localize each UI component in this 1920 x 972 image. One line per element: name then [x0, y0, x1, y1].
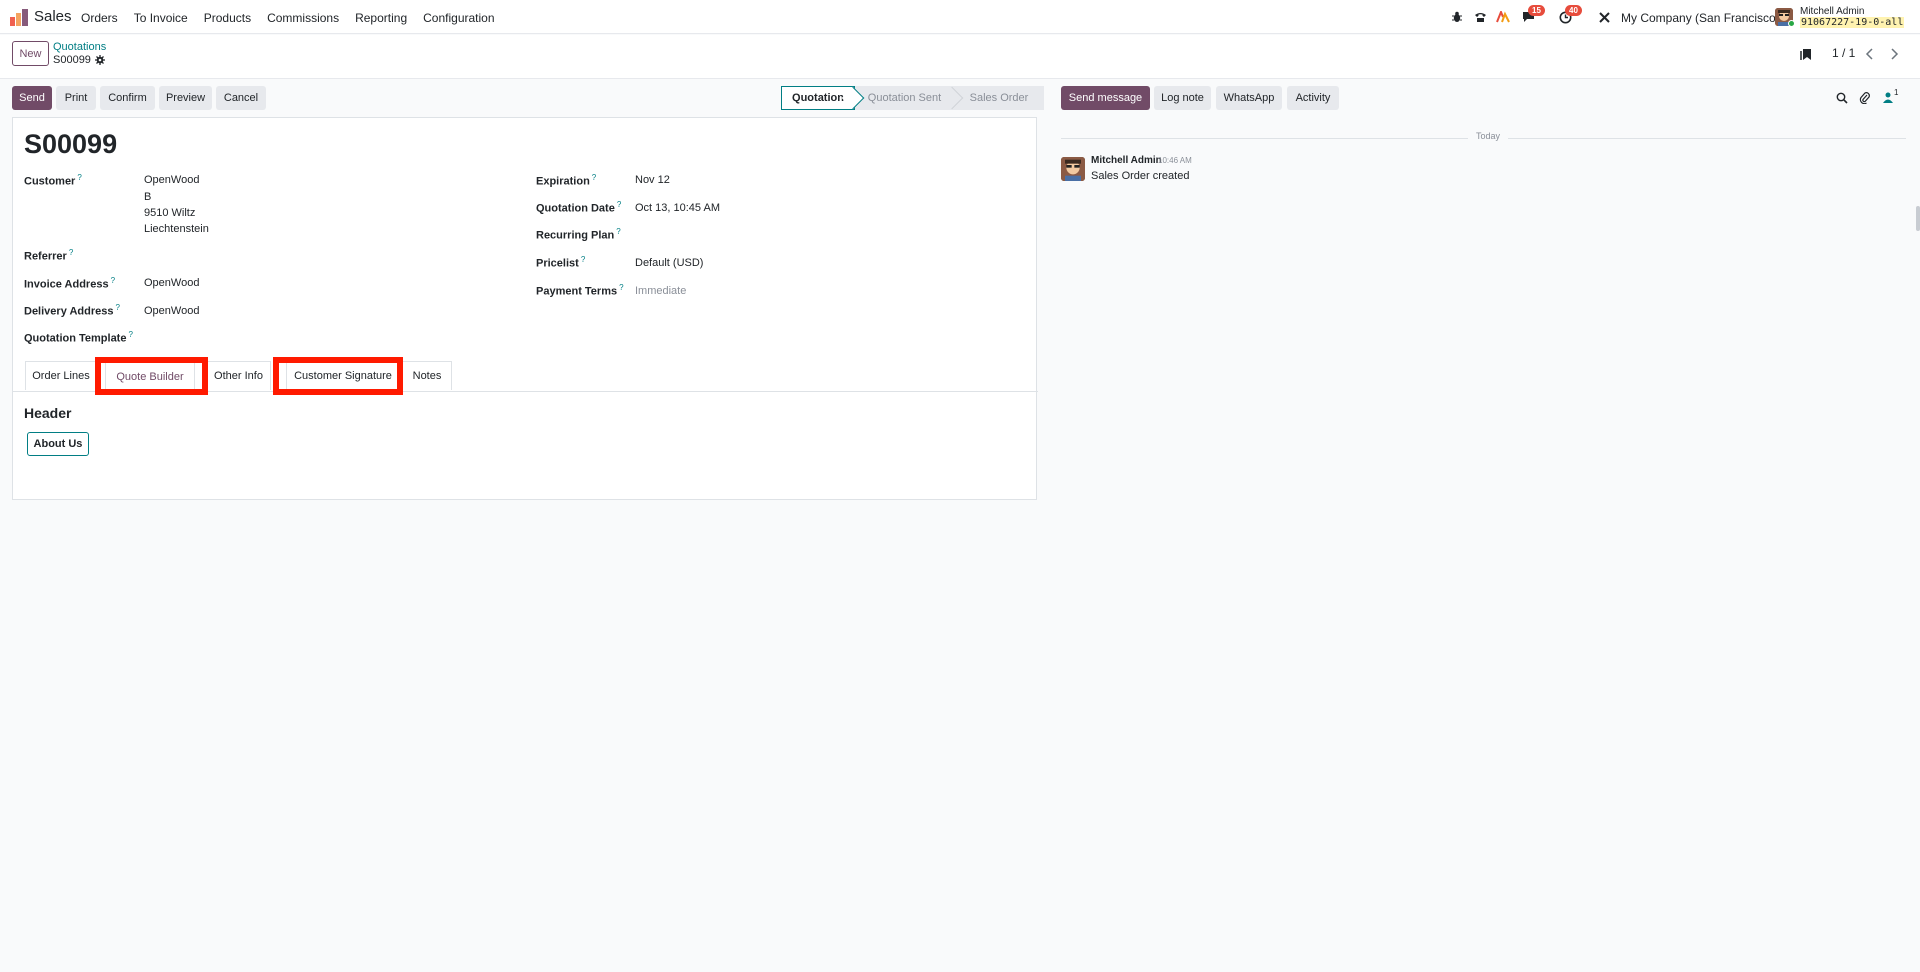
scrollbar-handle[interactable] — [1916, 206, 1920, 231]
customer-line-4: Liechtenstein — [144, 223, 209, 235]
menu-products[interactable]: Products — [204, 11, 251, 25]
preview-button[interactable]: Preview — [159, 86, 212, 110]
quotation-template-label: Quotation Template? — [24, 330, 133, 345]
control-panel: New Quotations S00099 1 / 1 — [0, 35, 1920, 79]
new-button[interactable]: New — [12, 41, 49, 66]
tab-quote-builder[interactable]: Quote Builder — [105, 361, 195, 390]
search-icon[interactable] — [1836, 92, 1848, 104]
stage-quotation[interactable]: Quotation — [781, 86, 865, 110]
chevron-left-icon[interactable] — [1865, 48, 1875, 60]
activities-badge: 40 — [1565, 5, 1582, 16]
paperclip-icon[interactable] — [1859, 91, 1871, 104]
message-body: Sales Order created — [1091, 170, 1190, 182]
app-name[interactable]: Sales — [34, 8, 72, 25]
record-name: S00099 — [53, 54, 91, 66]
user-name[interactable]: Mitchell Admin — [1800, 6, 1864, 17]
delivery-address-value[interactable]: OpenWood — [144, 305, 199, 317]
menu-orders[interactable]: Orders — [81, 11, 118, 25]
payment-terms-label: Payment Terms? — [536, 283, 624, 298]
online-status-dot — [1788, 20, 1795, 27]
top-navbar: Sales Orders To Invoice Products Commiss… — [0, 0, 1920, 34]
message-author[interactable]: Mitchell Admin — [1091, 155, 1162, 166]
menu-commissions[interactable]: Commissions — [267, 11, 339, 25]
pager-value[interactable]: 1 / 1 — [1832, 46, 1855, 60]
expiration-value[interactable]: Nov 12 — [635, 174, 670, 186]
status-bar: Quotation Quotation Sent Sales Order — [781, 86, 1044, 110]
whatsapp-button[interactable]: WhatsApp — [1216, 86, 1282, 110]
expiration-label: Expiration? — [536, 173, 597, 188]
customer-label: Customer? — [24, 173, 82, 188]
activity-clock-icon[interactable]: 40 — [1557, 5, 1582, 25]
tab-order-lines[interactable]: Order Lines — [25, 361, 97, 390]
help-mark[interactable]: ? — [77, 173, 81, 182]
referrer-input[interactable] — [144, 248, 504, 264]
send-message-button[interactable]: Send message — [1061, 86, 1150, 110]
quotation-date-label: Quotation Date? — [536, 200, 622, 215]
invoice-address-label: Invoice Address? — [24, 276, 116, 291]
referrer-label: Referrer? — [24, 248, 74, 263]
about-us-button[interactable]: About Us — [27, 432, 89, 456]
tab-customer-signature[interactable]: Customer Signature — [286, 361, 400, 390]
followers-count[interactable]: 1 — [1894, 88, 1898, 97]
messages-badge: 15 — [1528, 5, 1545, 16]
company-switcher[interactable]: My Company (San Francisco) — [1621, 11, 1780, 25]
menu-reporting[interactable]: Reporting — [355, 11, 407, 25]
followers-icon[interactable] — [1883, 92, 1893, 103]
chevron-right-icon[interactable] — [1889, 48, 1899, 60]
tab-notes[interactable]: Notes — [402, 361, 452, 390]
stage-quotation-sent[interactable]: Quotation Sent — [855, 86, 964, 110]
bug-icon[interactable] — [1449, 9, 1465, 25]
menu-configuration[interactable]: Configuration — [423, 11, 494, 25]
gear-icon[interactable] — [94, 55, 105, 65]
form-sheet: S00099 Customer? OpenWood B 9510 Wiltz L… — [12, 117, 1038, 500]
phone-icon[interactable] — [1472, 9, 1488, 25]
order-name: S00099 — [24, 129, 118, 159]
send-button[interactable]: Send — [12, 86, 52, 110]
quotation-date-value[interactable]: Oct 13, 10:45 AM — [635, 202, 720, 214]
header-section-title: Header — [24, 405, 72, 421]
confirm-button[interactable]: Confirm — [100, 86, 155, 110]
date-divider-label: Today — [1468, 131, 1509, 141]
customer-line-3: 9510 Wiltz — [144, 207, 196, 219]
delivery-address-label: Delivery Address? — [24, 303, 120, 318]
customer-line-2: B — [144, 191, 152, 203]
recurring-plan-label: Recurring Plan? — [536, 227, 621, 242]
print-button[interactable]: Print — [56, 86, 96, 110]
invoice-address-value[interactable]: OpenWood — [144, 277, 199, 289]
main-menu: Orders To Invoice Products Commissions R… — [81, 11, 511, 25]
breadcrumb-current: S00099 — [53, 54, 105, 66]
bookmark-icon[interactable] — [1800, 48, 1812, 61]
pricelist-label: Pricelist? — [536, 255, 586, 270]
message-author-avatar[interactable] — [1061, 157, 1085, 181]
payment-terms-input[interactable]: Immediate — [635, 285, 686, 297]
cancel-button[interactable]: Cancel — [216, 86, 266, 110]
pricelist-value[interactable]: Default (USD) — [635, 257, 703, 269]
sales-app-icon[interactable] — [10, 9, 28, 26]
tab-other-info[interactable]: Other Info — [206, 361, 271, 390]
breadcrumb-quotations[interactable]: Quotations — [53, 41, 106, 53]
message-time: 10:46 AM — [1158, 156, 1192, 165]
menu-to-invoice[interactable]: To Invoice — [134, 11, 188, 25]
activity-button[interactable]: Activity — [1287, 86, 1339, 110]
ai-icon[interactable] — [1495, 9, 1511, 25]
database-name: 91067227-19-0-all — [1800, 17, 1905, 28]
tools-icon[interactable] — [1596, 9, 1612, 25]
customer-line-1[interactable]: OpenWood — [144, 174, 199, 186]
tab-divider — [13, 391, 1038, 392]
log-note-button[interactable]: Log note — [1154, 86, 1211, 110]
stage-sales-order[interactable]: Sales Order — [954, 86, 1044, 110]
messages-icon[interactable]: 15 — [1520, 5, 1545, 25]
